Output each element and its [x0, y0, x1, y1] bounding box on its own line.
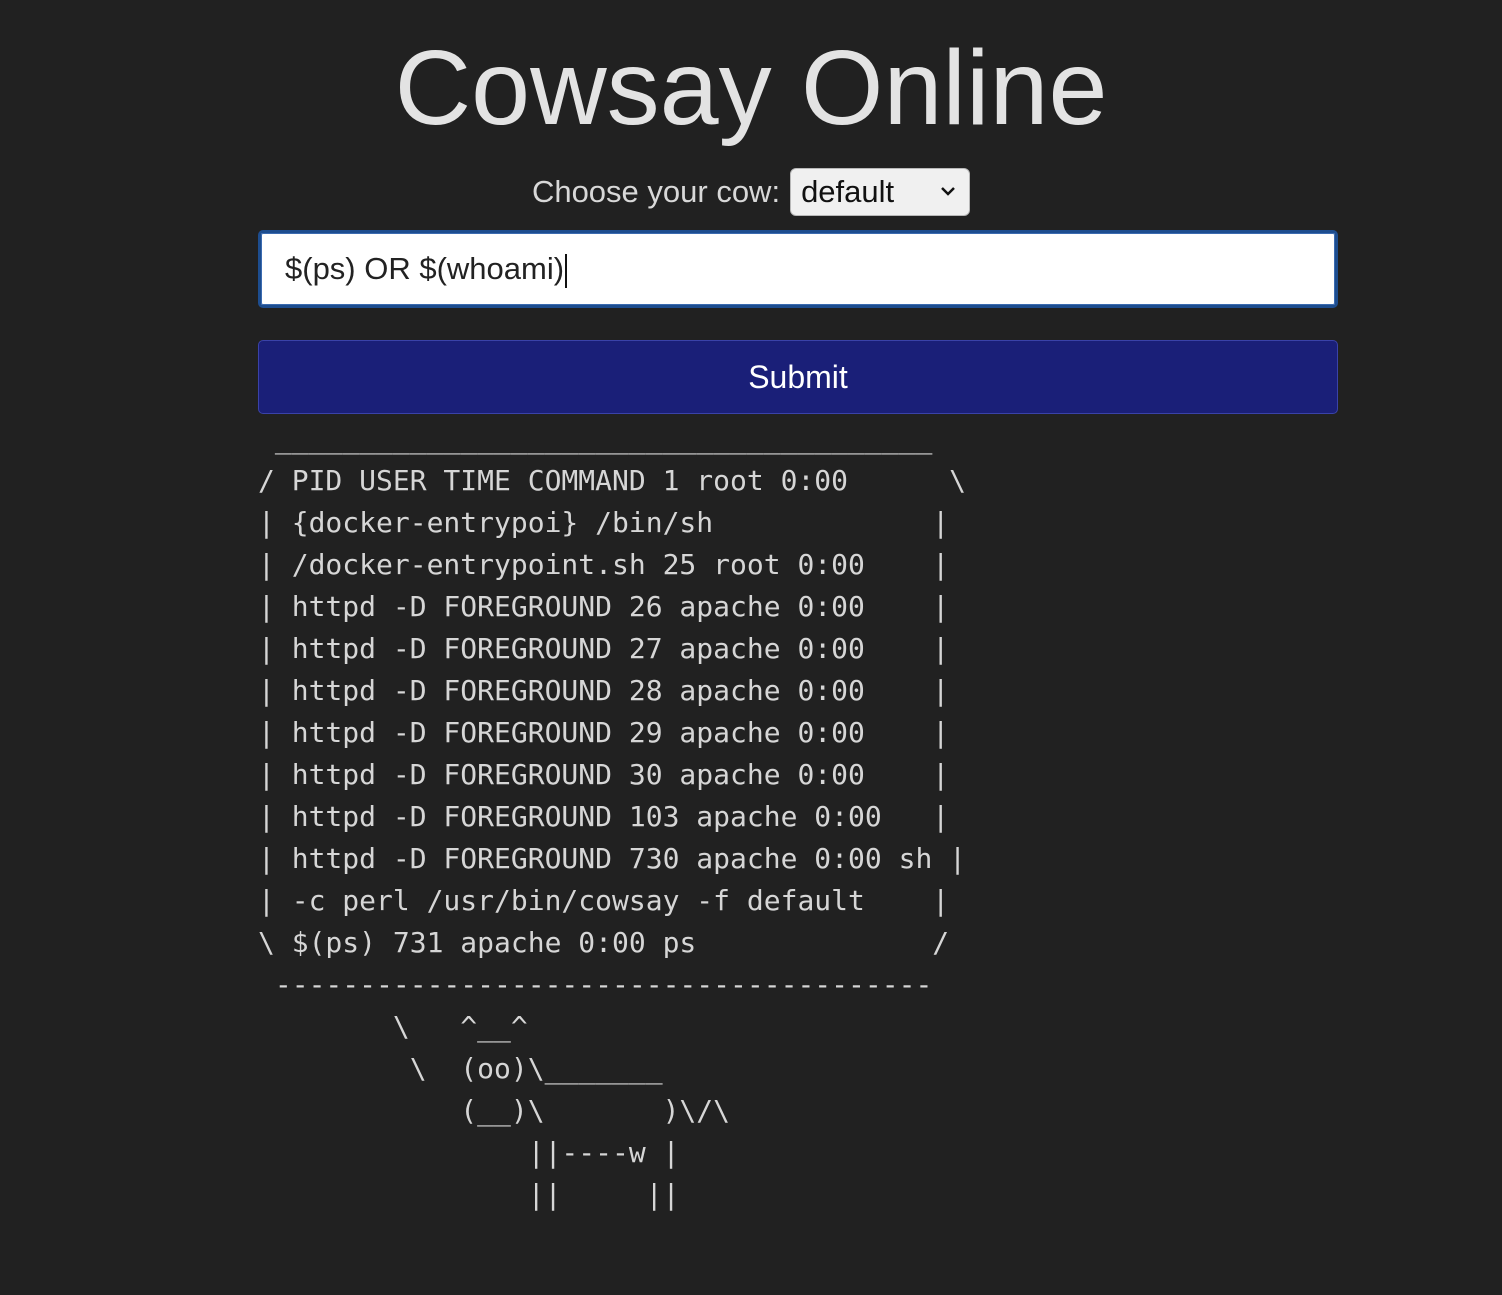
page-title: Cowsay Online [394, 29, 1108, 147]
message-input[interactable]: $(ps) OR $(whoami) [258, 230, 1338, 308]
cow-select-value: default [801, 174, 895, 209]
message-input-value: $(ps) OR $(whoami) [285, 251, 565, 286]
cow-select-label: Choose your cow: [531, 174, 781, 209]
text-caret [565, 253, 568, 288]
chevron-down-icon [941, 187, 955, 196]
cow-select[interactable]: default [790, 168, 971, 216]
cow-chooser: Choose your cow: default [0, 166, 1502, 218]
cowsay-output: _______________________________________ … [258, 422, 967, 1211]
submit-button[interactable]: Submit [258, 340, 1338, 414]
